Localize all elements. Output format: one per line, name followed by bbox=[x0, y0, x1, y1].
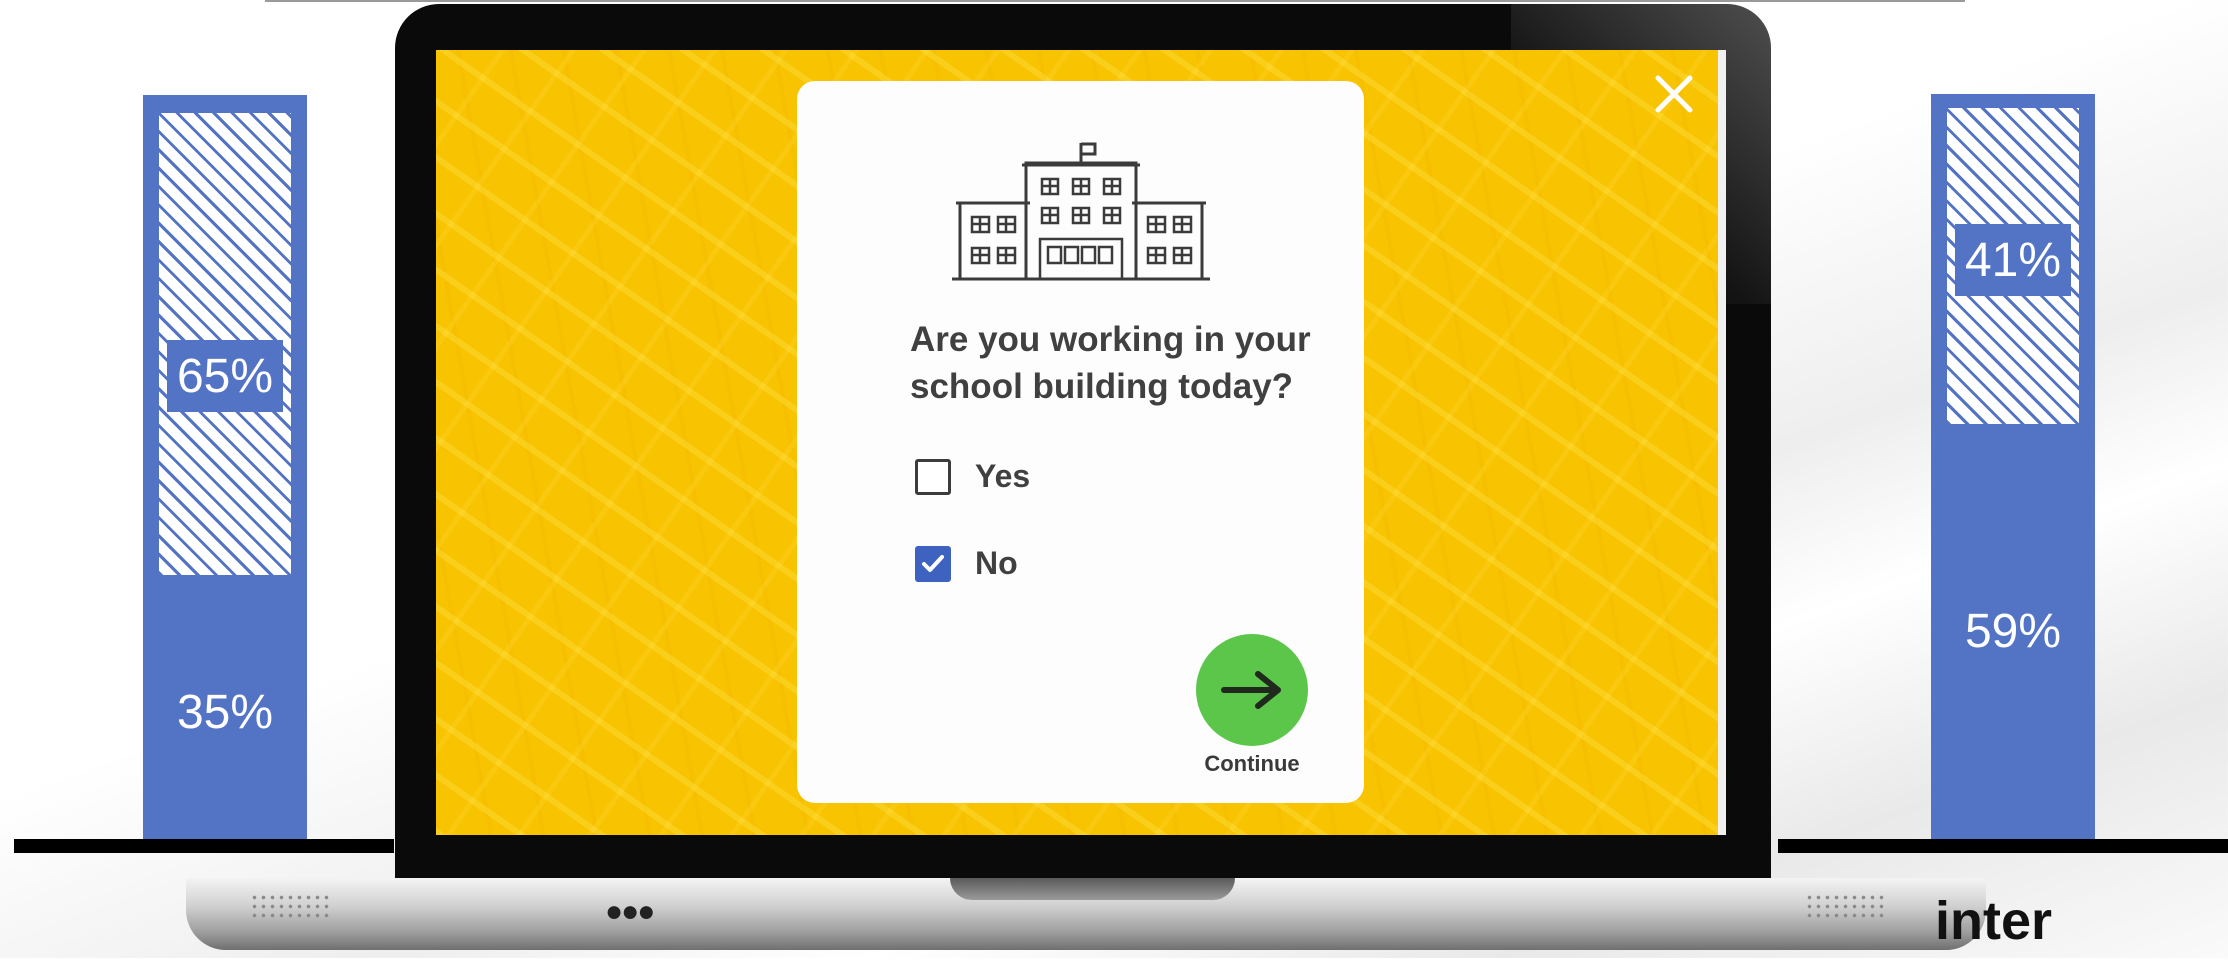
option-yes-label: Yes bbox=[975, 458, 1031, 494]
school-building-icon bbox=[952, 141, 1210, 281]
checkmark-icon bbox=[922, 554, 944, 572]
chart-bar-right-bottom-label: 59% bbox=[1964, 605, 2062, 658]
chart-bar-left: 65% 35% bbox=[143, 95, 307, 840]
speaker-grille-right bbox=[1805, 893, 1885, 919]
chart-bar-right: 41% 59% bbox=[1931, 94, 2095, 840]
continue-label: Continue bbox=[1204, 751, 1300, 776]
speaker-grille-left bbox=[250, 893, 330, 919]
survey-question: Are you working in your school building … bbox=[910, 320, 1311, 406]
indicator-lights: ●●● bbox=[605, 895, 655, 928]
top-rule bbox=[265, 0, 1965, 2]
option-no-label: No bbox=[975, 545, 1018, 581]
yes-checkbox[interactable] bbox=[915, 458, 951, 495]
no-checkbox[interactable] bbox=[915, 545, 951, 582]
option-yes[interactable]: Yes bbox=[915, 458, 1030, 495]
chart-axis-label: inter bbox=[1935, 891, 2053, 951]
chart-bar-right-top-label: 41% bbox=[1955, 224, 2071, 296]
continue-button[interactable] bbox=[1196, 634, 1308, 746]
survey-dialog: Are you working in your school building … bbox=[797, 81, 1364, 803]
option-no[interactable]: No bbox=[915, 545, 1018, 582]
screen-edge bbox=[1718, 50, 1726, 835]
arrow-right-icon bbox=[1221, 671, 1281, 709]
chart-baseline-left bbox=[14, 839, 394, 853]
laptop-notch bbox=[950, 878, 1235, 900]
chart-bar-left-top-label: 65% bbox=[167, 340, 283, 412]
chart-baseline-right bbox=[1778, 839, 2228, 853]
chart-bar-left-bottom-label: 35% bbox=[176, 686, 274, 739]
close-icon[interactable] bbox=[1650, 70, 1698, 118]
